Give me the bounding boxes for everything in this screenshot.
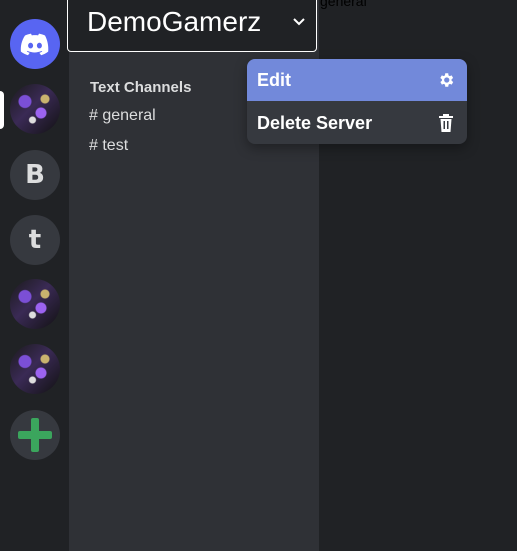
server-t[interactable]: t (10, 215, 60, 265)
text-channels-heading: Text Channels (90, 79, 192, 96)
server-rail: B t (0, 0, 69, 551)
server-initial: t (28, 225, 42, 255)
channel-general[interactable]: # general (89, 107, 156, 125)
plus-icon (18, 418, 52, 452)
delete-server-label: Delete Server (257, 112, 373, 133)
discord-logo-icon (20, 33, 49, 56)
server-demogamerz[interactable] (10, 84, 60, 134)
delete-server-menu-item[interactable]: Delete Server (247, 102, 467, 144)
gear-icon (437, 71, 455, 89)
chevron-down-icon (292, 17, 306, 27)
edit-label: Edit (257, 69, 291, 90)
server-avatar-image (10, 279, 60, 329)
server-avatar-3[interactable] (10, 279, 60, 329)
app-window: B t general DemoGamerz Text Channels # g… (0, 0, 517, 551)
channel-title: general (320, 0, 367, 9)
edit-menu-item[interactable]: Edit (247, 59, 467, 101)
server-avatar-image (10, 344, 60, 394)
selected-server-indicator (0, 91, 4, 129)
home-button[interactable] (10, 19, 60, 69)
server-avatar-image (10, 84, 60, 134)
server-header-button[interactable]: DemoGamerz (67, 0, 317, 52)
server-name: DemoGamerz (87, 6, 262, 37)
channel-test[interactable]: # test (89, 137, 128, 155)
server-avatar-4[interactable] (10, 344, 60, 394)
server-b[interactable]: B (10, 150, 60, 200)
add-server-button[interactable] (10, 410, 60, 460)
server-context-menu: Edit Delete Server (247, 59, 467, 144)
trash-icon (437, 114, 455, 132)
server-initial: B (25, 160, 45, 190)
